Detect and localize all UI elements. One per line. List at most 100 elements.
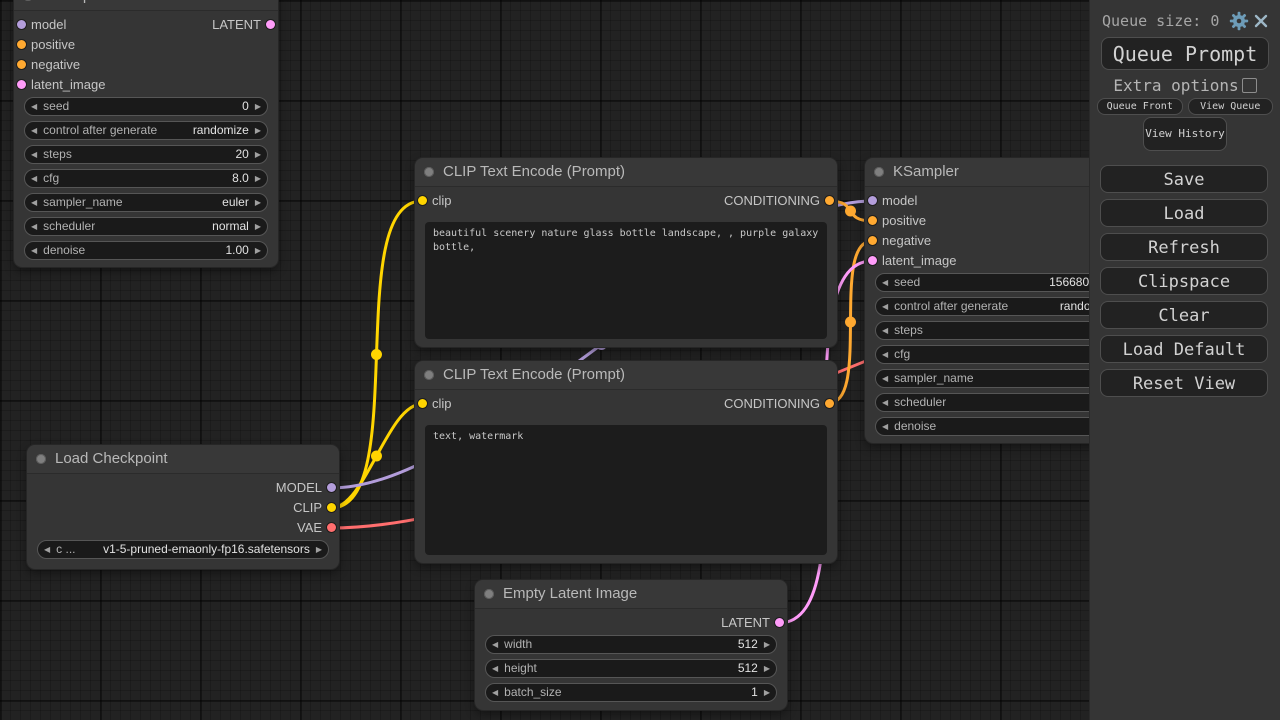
queue-prompt-button[interactable]: Queue Prompt xyxy=(1101,37,1269,70)
widget-label: scheduler xyxy=(43,219,95,233)
widget-seed[interactable]: ◀seed0▶ xyxy=(24,97,268,116)
queue-front-button[interactable]: Queue Front xyxy=(1097,98,1183,115)
load-checkpoint[interactable]: Load CheckpointMODELCLIPVAE◀c ...v1-5-pr… xyxy=(27,445,339,569)
output-slot-VAE: VAE xyxy=(297,521,339,535)
decrement-arrow-icon[interactable]: ◀ xyxy=(25,122,43,139)
widget-scheduler[interactable]: ◀schedulernormal▶ xyxy=(24,217,268,236)
output-dot-LATENT[interactable] xyxy=(775,618,784,627)
clip-text-encode-positive-header[interactable]: CLIP Text Encode (Prompt) xyxy=(415,158,837,187)
output-dot-LATENT[interactable] xyxy=(266,20,275,29)
widget-steps[interactable]: ◀steps20▶ xyxy=(24,145,268,164)
increment-arrow-icon[interactable]: ▶ xyxy=(310,541,328,558)
decrement-arrow-icon[interactable]: ◀ xyxy=(25,170,43,187)
input-dot-negative[interactable] xyxy=(17,60,26,69)
decrement-arrow-icon[interactable]: ◀ xyxy=(38,541,56,558)
increment-arrow-icon[interactable]: ▶ xyxy=(249,218,267,235)
increment-arrow-icon[interactable]: ▶ xyxy=(249,146,267,163)
widget-width[interactable]: ◀width512▶ xyxy=(485,635,777,654)
increment-arrow-icon[interactable]: ▶ xyxy=(249,194,267,211)
decrement-arrow-icon[interactable]: ◀ xyxy=(486,636,504,653)
widget-sampler-name[interactable]: ◀sampler_nameeuler▶ xyxy=(24,193,268,212)
decrement-arrow-icon[interactable]: ◀ xyxy=(486,660,504,677)
clear-button[interactable]: Clear xyxy=(1100,301,1268,329)
clipspace-button[interactable]: Clipspace xyxy=(1100,267,1268,295)
empty-latent-image[interactable]: Empty Latent ImageLATENT◀width512▶◀heigh… xyxy=(475,580,787,710)
decrement-arrow-icon[interactable]: ◀ xyxy=(876,274,894,291)
input-dot-model[interactable] xyxy=(17,20,26,29)
input-dot-clip[interactable] xyxy=(418,196,427,205)
ksampler-top-left[interactable]: KSamplermodelpositivenegativelatent_imag… xyxy=(14,0,278,267)
extra-options-label: Extra options xyxy=(1113,76,1238,95)
collapse-dot-icon[interactable] xyxy=(36,454,46,464)
node-title: CLIP Text Encode (Prompt) xyxy=(443,366,625,383)
extra-options-checkbox[interactable] xyxy=(1242,78,1257,93)
reset-view-button[interactable]: Reset View xyxy=(1100,369,1268,397)
output-dot-VAE[interactable] xyxy=(327,523,336,532)
output-dot-CLIP[interactable] xyxy=(327,503,336,512)
output-dot-CONDITIONING[interactable] xyxy=(825,399,834,408)
input-dot-positive[interactable] xyxy=(868,216,877,225)
load-checkpoint-header[interactable]: Load Checkpoint xyxy=(27,445,339,474)
load-button[interactable]: Load xyxy=(1100,199,1268,227)
view-history-button[interactable]: View History xyxy=(1143,117,1227,151)
widget-label: control after generate xyxy=(43,123,157,137)
input-dot-positive[interactable] xyxy=(17,40,26,49)
increment-arrow-icon[interactable]: ▶ xyxy=(758,636,776,653)
widget-batch-size[interactable]: ◀batch_size1▶ xyxy=(485,683,777,702)
increment-arrow-icon[interactable]: ▶ xyxy=(249,98,267,115)
decrement-arrow-icon[interactable]: ◀ xyxy=(25,146,43,163)
widget-denoise[interactable]: ◀denoise1.00▶ xyxy=(24,241,268,260)
clip-text-encode-negative[interactable]: CLIP Text Encode (Prompt)clipCONDITIONIN… xyxy=(415,361,837,563)
output-dot-MODEL[interactable] xyxy=(327,483,336,492)
collapse-dot-icon[interactable] xyxy=(424,167,434,177)
increment-arrow-icon[interactable]: ▶ xyxy=(249,242,267,259)
prompt-textarea[interactable]: beautiful scenery nature glass bottle la… xyxy=(425,222,827,339)
clip-text-encode-negative-header[interactable]: CLIP Text Encode (Prompt) xyxy=(415,361,837,390)
increment-arrow-icon[interactable]: ▶ xyxy=(249,122,267,139)
settings-gear-icon[interactable] xyxy=(1228,10,1250,32)
view-queue-button[interactable]: View Queue xyxy=(1188,98,1274,115)
decrement-arrow-icon[interactable]: ◀ xyxy=(876,418,894,435)
decrement-arrow-icon[interactable]: ◀ xyxy=(876,370,894,387)
decrement-arrow-icon[interactable]: ◀ xyxy=(25,242,43,259)
input-dot-latent_image[interactable] xyxy=(868,256,877,265)
decrement-arrow-icon[interactable]: ◀ xyxy=(25,218,43,235)
decrement-arrow-icon[interactable]: ◀ xyxy=(876,298,894,315)
increment-arrow-icon[interactable]: ▶ xyxy=(758,660,776,677)
refresh-button[interactable]: Refresh xyxy=(1100,233,1268,261)
node-title: CLIP Text Encode (Prompt) xyxy=(443,163,625,180)
input-dot-latent_image[interactable] xyxy=(17,80,26,89)
output-slot-CLIP: CLIP xyxy=(293,501,339,515)
widget-c-[interactable]: ◀c ...v1-5-pruned-emaonly-fp16.safetenso… xyxy=(37,540,329,559)
save-button[interactable]: Save xyxy=(1100,165,1268,193)
collapse-dot-icon[interactable] xyxy=(23,0,33,1)
increment-arrow-icon[interactable]: ▶ xyxy=(758,684,776,701)
input-dot-model[interactable] xyxy=(868,196,877,205)
empty-latent-image-header[interactable]: Empty Latent Image xyxy=(475,580,787,609)
widget-label: scheduler xyxy=(894,395,946,409)
widget-cfg[interactable]: ◀cfg8.0▶ xyxy=(24,169,268,188)
widget-value: 512 xyxy=(730,637,758,651)
input-dot-negative[interactable] xyxy=(868,236,877,245)
collapse-dot-icon[interactable] xyxy=(874,167,884,177)
ksampler-top-left-header[interactable]: KSampler xyxy=(14,0,278,11)
load-default-button[interactable]: Load Default xyxy=(1100,335,1268,363)
close-icon[interactable] xyxy=(1250,10,1272,32)
decrement-arrow-icon[interactable]: ◀ xyxy=(876,394,894,411)
collapse-dot-icon[interactable] xyxy=(424,370,434,380)
decrement-arrow-icon[interactable]: ◀ xyxy=(876,322,894,339)
collapse-dot-icon[interactable] xyxy=(484,589,494,599)
decrement-arrow-icon[interactable]: ◀ xyxy=(486,684,504,701)
increment-arrow-icon[interactable]: ▶ xyxy=(249,170,267,187)
decrement-arrow-icon[interactable]: ◀ xyxy=(25,194,43,211)
widget-control-after-generate[interactable]: ◀control after generaterandomize▶ xyxy=(24,121,268,140)
node-graph-canvas[interactable]: KSamplermodelpositivenegativelatent_imag… xyxy=(0,0,1280,720)
output-dot-CONDITIONING[interactable] xyxy=(825,196,834,205)
decrement-arrow-icon[interactable]: ◀ xyxy=(876,346,894,363)
output-slot-CONDITIONING: CONDITIONING xyxy=(724,194,837,208)
prompt-textarea[interactable]: text, watermark xyxy=(425,425,827,555)
widget-height[interactable]: ◀height512▶ xyxy=(485,659,777,678)
input-dot-clip[interactable] xyxy=(418,399,427,408)
decrement-arrow-icon[interactable]: ◀ xyxy=(25,98,43,115)
clip-text-encode-positive[interactable]: CLIP Text Encode (Prompt)clipCONDITIONIN… xyxy=(415,158,837,347)
